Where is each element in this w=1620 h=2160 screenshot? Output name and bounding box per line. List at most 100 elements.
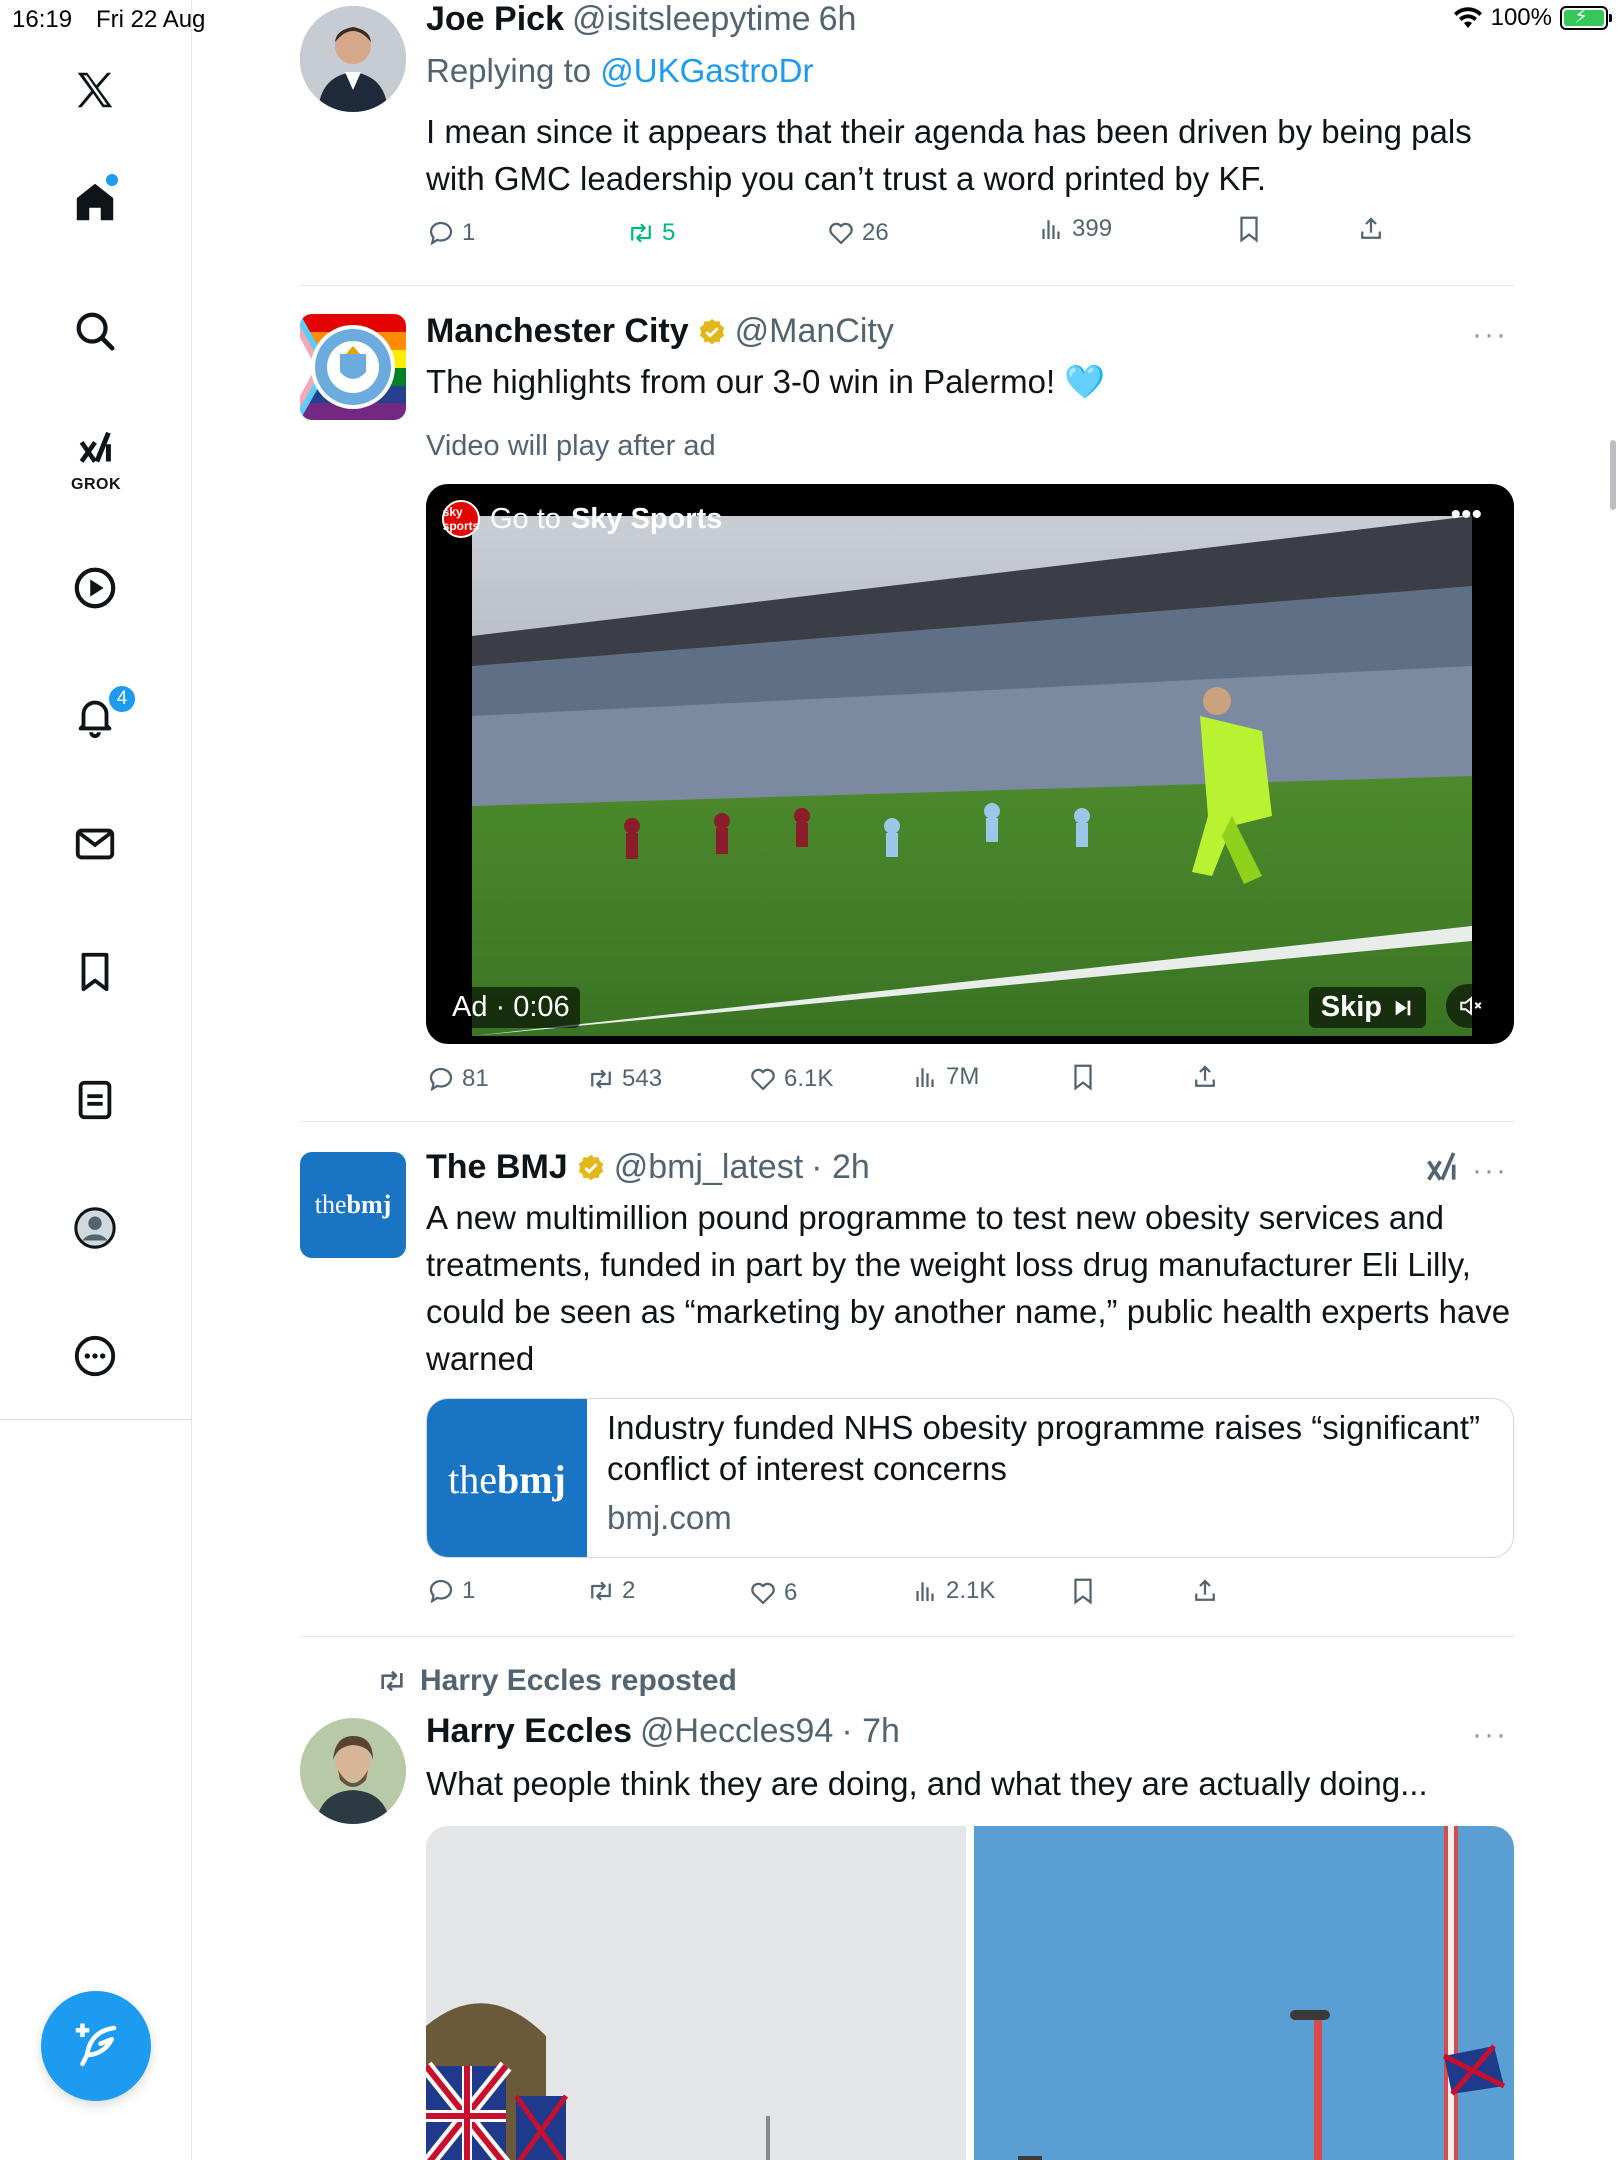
video-player[interactable]: sky sports Go to Sky Sports ••• Ad · 0:0… xyxy=(426,484,1514,1044)
verified-badge-icon xyxy=(578,1154,603,1180)
bmj-logo: the bmj xyxy=(300,1152,406,1258)
display-name[interactable]: Joe Pick xyxy=(426,0,564,39)
replying-label: Replying to xyxy=(426,52,592,89)
search-icon[interactable] xyxy=(69,305,121,357)
avatar[interactable] xyxy=(300,1718,406,1824)
photo[interactable] xyxy=(974,1826,1514,2160)
photo-grid xyxy=(426,1826,1514,2160)
share-button[interactable] xyxy=(1356,214,1386,244)
heart-icon xyxy=(751,1582,775,1605)
video-play-icon[interactable] xyxy=(69,562,121,614)
photo[interactable] xyxy=(426,1826,966,2160)
analytics-icon xyxy=(1042,220,1060,239)
views-button[interactable]: 399 xyxy=(1036,214,1112,244)
video-more-icon[interactable]: ••• xyxy=(1450,498,1482,532)
grok-label: GROK xyxy=(71,476,121,493)
handle[interactable]: @isitsleepytime xyxy=(572,0,811,39)
display-name[interactable]: Harry Eccles xyxy=(426,1712,632,1751)
skip-label: Skip xyxy=(1320,991,1382,1023)
profile-avatar-icon[interactable] xyxy=(69,1202,121,1254)
reply-button[interactable]: 1 xyxy=(426,1576,475,1606)
reply-count: 1 xyxy=(462,219,476,246)
bookmark-button[interactable] xyxy=(1234,214,1264,244)
link-card-image: the bmj xyxy=(427,1399,587,1557)
more-options-icon[interactable]: ··· xyxy=(1472,1154,1508,1188)
avatar[interactable] xyxy=(300,314,406,420)
timestamp[interactable]: · 7h xyxy=(841,1712,900,1751)
display-name[interactable]: Manchester City xyxy=(426,312,689,351)
display-name[interactable]: The BMJ xyxy=(426,1148,568,1187)
avatar[interactable]: the bmj xyxy=(300,1152,406,1258)
scrollbar[interactable] xyxy=(1610,440,1616,510)
reply-button[interactable]: 81 xyxy=(426,1064,489,1094)
bookmark-icon[interactable] xyxy=(69,946,121,998)
reply-button[interactable]: 1 xyxy=(426,218,475,248)
analytics-icon xyxy=(916,1582,934,1601)
sidebar: GROK 4 xyxy=(0,0,192,2160)
mute-button[interactable] xyxy=(1446,984,1496,1028)
views-button[interactable]: 7M xyxy=(910,1062,979,1092)
reply-icon xyxy=(429,1067,453,1092)
repost-count: 5 xyxy=(662,219,676,246)
more-options-icon[interactable]: ··· xyxy=(1472,318,1508,352)
mail-icon[interactable] xyxy=(69,818,121,870)
skip-ad-button[interactable]: Skip xyxy=(1308,987,1426,1028)
more-options-icon[interactable] xyxy=(69,1330,121,1382)
like-button[interactable]: 26 xyxy=(826,218,889,248)
more-options-icon[interactable]: ··· xyxy=(1472,1718,1508,1752)
sponsor-cta-brand: Sky Sports xyxy=(570,502,723,535)
grok-explain-icon[interactable] xyxy=(1422,1148,1462,1188)
x-logo-icon[interactable] xyxy=(69,64,121,116)
repost-button[interactable]: 2 xyxy=(586,1576,635,1606)
compose-button[interactable] xyxy=(41,1991,151,2101)
replying-to: Replying to @UKGastroDr xyxy=(426,52,813,90)
views-button[interactable]: 2.1K xyxy=(910,1576,995,1606)
battery-percent: 100% xyxy=(1490,4,1552,31)
grok-icon[interactable] xyxy=(69,424,121,476)
repost-button[interactable]: 543 xyxy=(586,1064,662,1094)
tweet-divider xyxy=(300,1121,1514,1122)
tweet-actions: 1 2 6 2.1K xyxy=(426,1576,1514,1616)
share-button[interactable] xyxy=(1190,1576,1220,1606)
view-count: 7M xyxy=(946,1063,980,1090)
bookmark-icon xyxy=(1240,216,1258,243)
repost-label[interactable]: Harry Eccles reposted xyxy=(420,1664,737,1698)
reply-icon xyxy=(429,221,453,246)
avatar[interactable] xyxy=(300,6,406,112)
lists-icon[interactable] xyxy=(69,1074,121,1126)
tweet-text: I mean since it appears that their agend… xyxy=(426,113,1472,197)
link-card[interactable]: the bmj Industry funded NHS obesity progr… xyxy=(426,1398,1514,1558)
bookmark-button[interactable] xyxy=(1068,1062,1098,1092)
share-icon xyxy=(1361,217,1381,239)
link-card-title: Industry funded NHS obesity programme ra… xyxy=(607,1409,1481,1487)
video-note: Video will play after ad xyxy=(426,430,716,462)
status-indicators: 100% ⚡ xyxy=(1453,4,1612,32)
speaker-muted-icon xyxy=(1460,996,1482,1016)
view-count: 2.1K xyxy=(946,1577,996,1604)
timestamp[interactable]: 6h xyxy=(819,0,857,39)
handle[interactable]: @Heccles94 xyxy=(640,1712,833,1751)
repost-count: 543 xyxy=(622,1065,663,1092)
repost-icon xyxy=(631,223,651,243)
timestamp[interactable]: · 2h xyxy=(811,1148,870,1187)
like-button[interactable]: 6.1K xyxy=(748,1064,833,1094)
share-button[interactable] xyxy=(1190,1062,1220,1092)
tweet-divider xyxy=(300,285,1514,286)
replying-to-link[interactable]: @UKGastroDr xyxy=(600,52,813,89)
tweet-text: What people think they are doing, and wh… xyxy=(426,1765,1428,1802)
handle[interactable]: @bmj_latest xyxy=(614,1148,803,1187)
like-button[interactable]: 6 xyxy=(748,1578,797,1608)
tweet-header: Joe Pick @isitsleepytime 6h xyxy=(426,0,856,39)
handle[interactable]: @ManCity xyxy=(735,312,894,351)
tweet-actions: 1 5 26 399 xyxy=(426,215,1514,258)
sponsor-link[interactable]: sky sports Go to Sky Sports xyxy=(442,500,722,538)
sponsor-cta-prefix: Go to xyxy=(490,502,561,535)
tweet-header: Manchester City @ManCity xyxy=(426,312,894,351)
tweet-divider xyxy=(300,1636,1514,1637)
repost-button[interactable]: 5 xyxy=(626,218,675,248)
verified-badge-icon xyxy=(699,318,724,344)
home-unread-dot xyxy=(106,174,118,186)
reply-icon xyxy=(429,1579,453,1604)
repost-icon xyxy=(591,1069,611,1089)
bookmark-button[interactable] xyxy=(1068,1576,1098,1606)
